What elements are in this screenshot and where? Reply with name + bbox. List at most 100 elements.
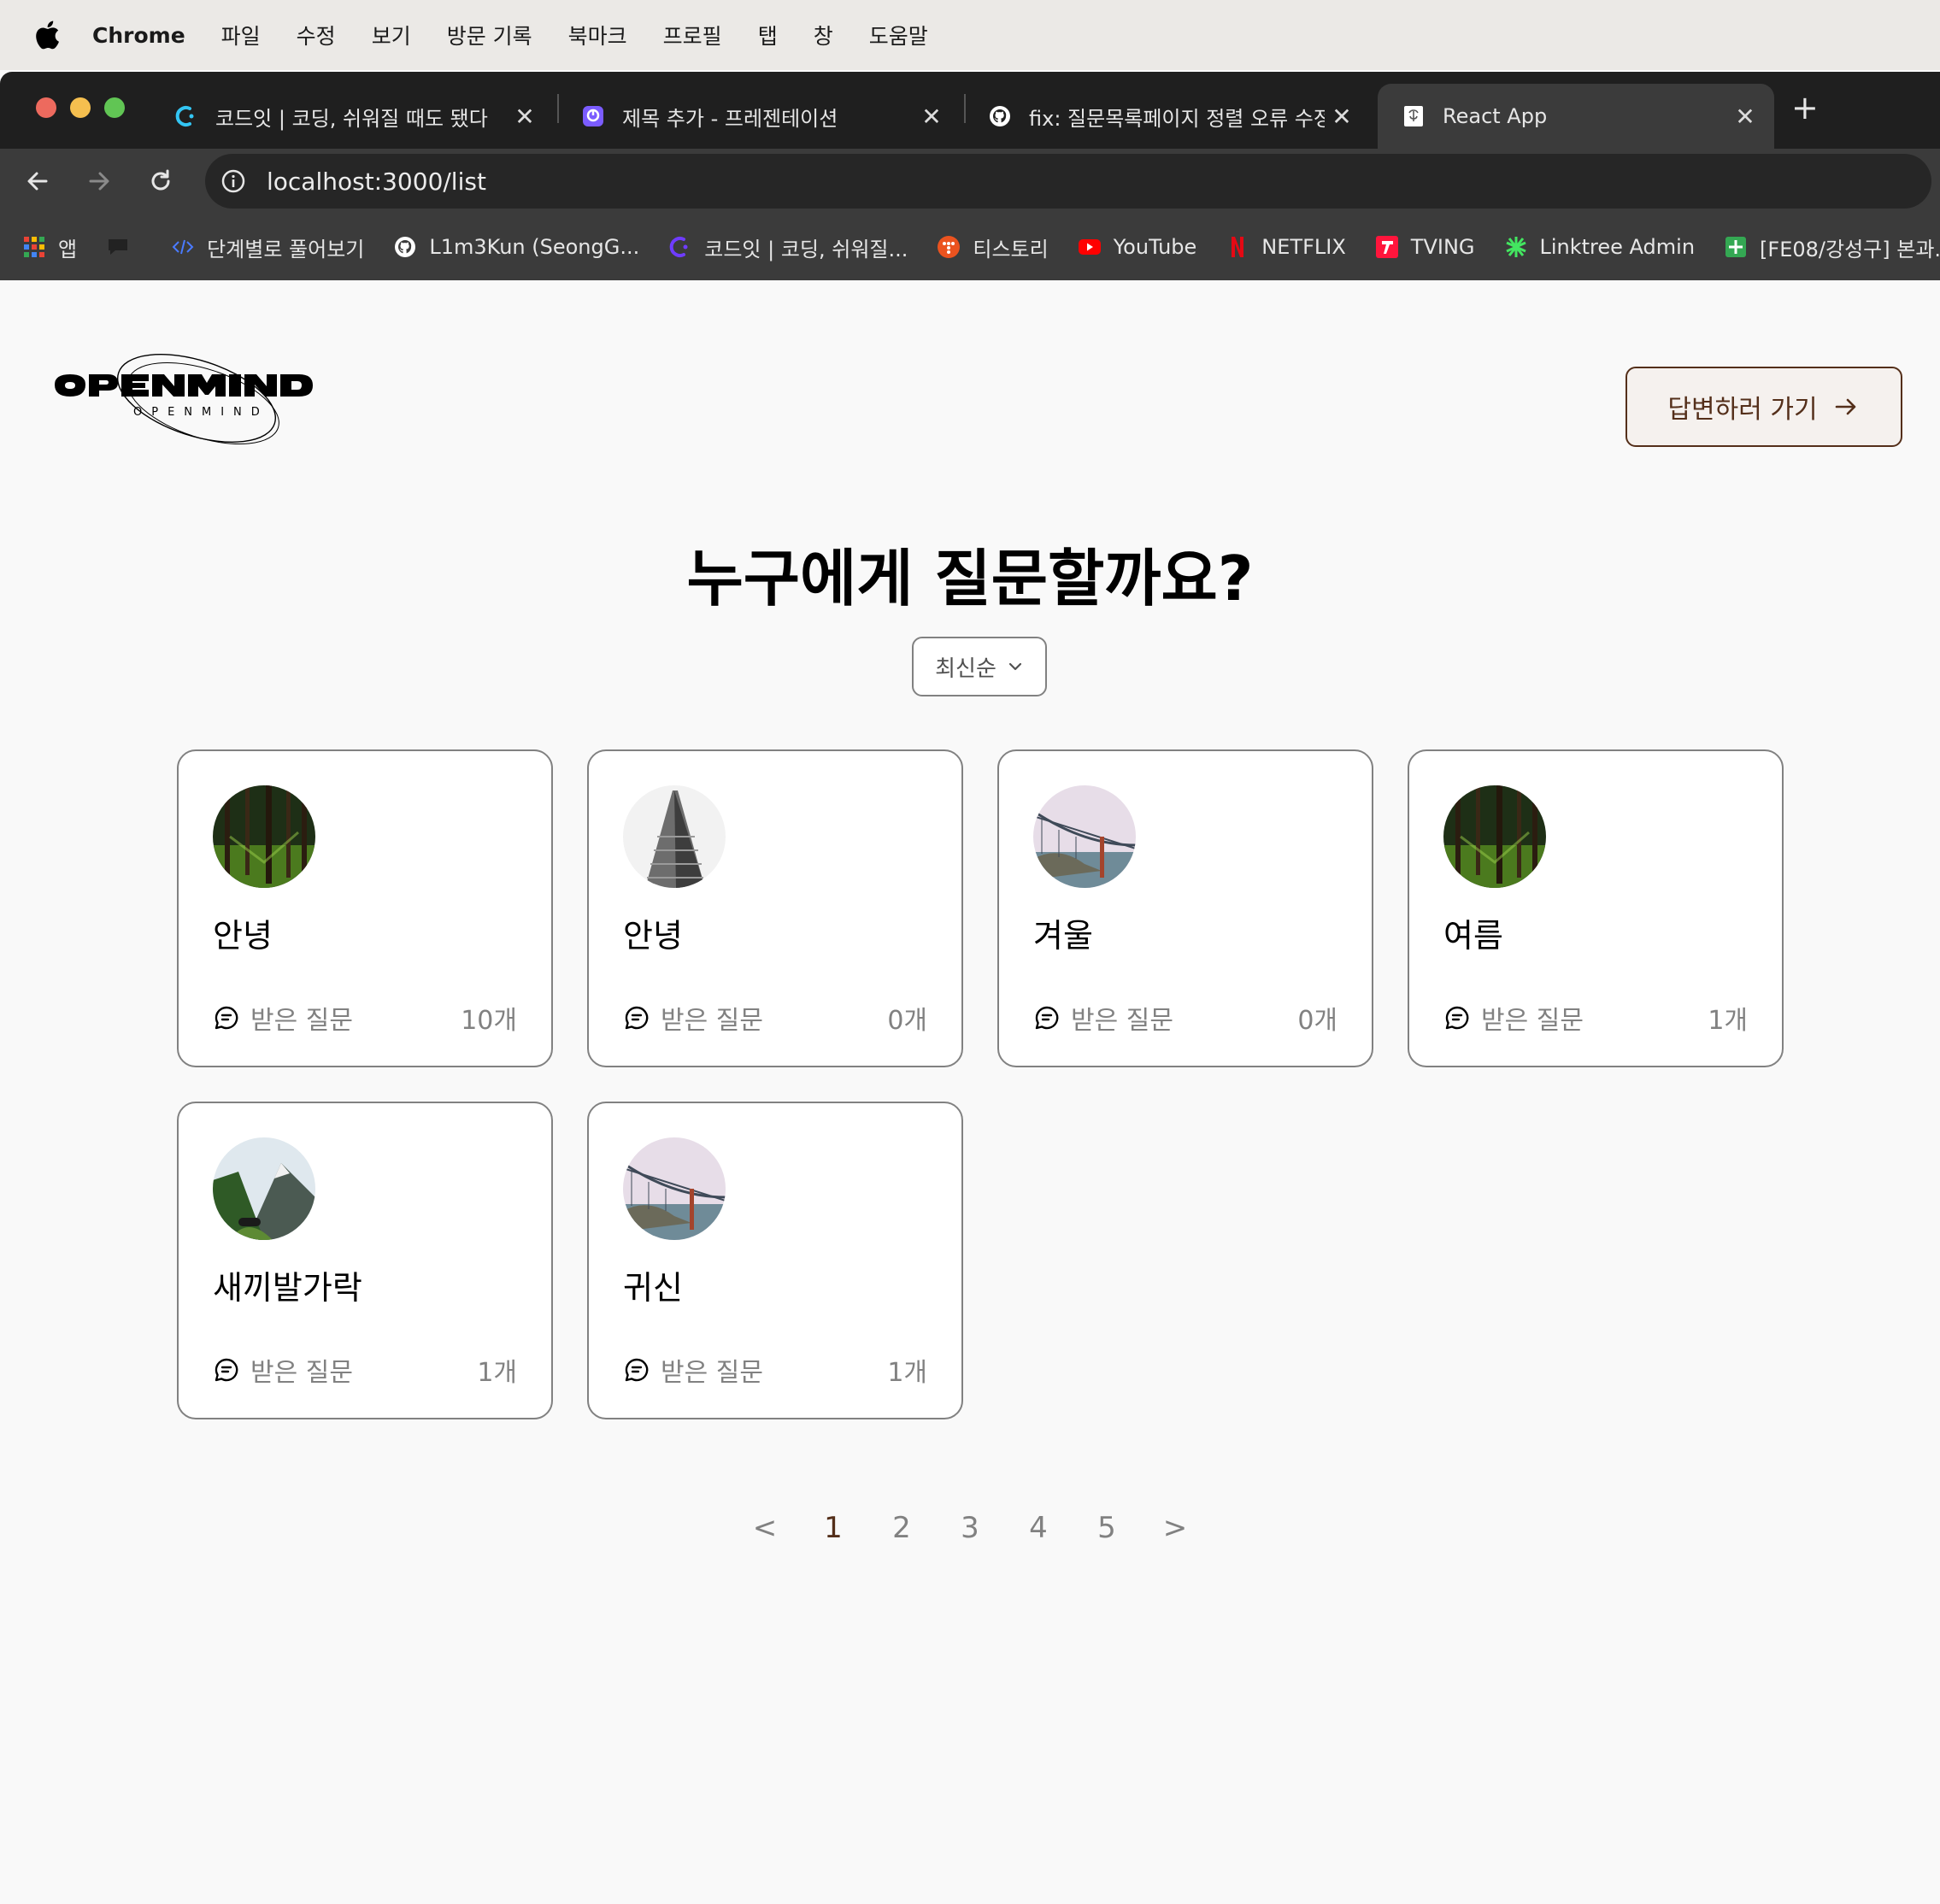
menu-window[interactable]: 창: [814, 20, 833, 50]
address-bar[interactable]: localhost:3000/list: [205, 154, 1931, 209]
pagination-page-5[interactable]: 5: [1073, 1511, 1141, 1545]
question-label: 받은 질문: [661, 1358, 763, 1388]
question-label: 받은 질문: [250, 1006, 353, 1036]
forest-avatar: [213, 785, 315, 888]
pagination-page-4[interactable]: 4: [1004, 1511, 1073, 1545]
close-window-button[interactable]: [36, 97, 56, 118]
github-icon: [990, 106, 1010, 126]
card-name: 안녕: [213, 917, 273, 955]
close-icon[interactable]: ✕: [1728, 103, 1762, 131]
question-count: 1개: [1708, 1006, 1748, 1036]
bookmark-codeit[interactable]: 코드잇 | 코딩, 쉬워질...: [668, 232, 908, 262]
maximize-window-button[interactable]: [104, 97, 125, 118]
minimize-window-button[interactable]: [70, 97, 91, 118]
card-name: 겨울: [1033, 917, 1093, 955]
new-tab-icon[interactable]: +: [1791, 89, 1819, 126]
youtube-icon: [1078, 239, 1101, 255]
building-avatar: [623, 785, 726, 888]
menu-profile[interactable]: 프로필: [663, 20, 722, 50]
profile-card[interactable]: 여름 받은 질문 1개: [1408, 749, 1784, 1067]
bookmark-label: 앱: [58, 237, 78, 262]
bookmark-github[interactable]: L1m3Kun (SeongG...: [393, 235, 639, 259]
linktree-icon: [1505, 237, 1526, 257]
bookmark-tving[interactable]: TVING: [1375, 235, 1475, 259]
forward-arrow-icon[interactable]: [82, 164, 116, 198]
chat-bubble-icon: [109, 239, 128, 255]
menu-history[interactable]: 방문 기록: [447, 20, 532, 50]
question-count: 1개: [887, 1358, 927, 1388]
tab-title: 제목 추가 - 프레젠테이션: [622, 106, 838, 131]
bookmark-tistory[interactable]: 티스토리: [937, 232, 1049, 262]
card-name: 새끼발가락: [213, 1269, 362, 1307]
go-answer-button[interactable]: 답변하러 가기: [1625, 367, 1902, 447]
pagination-next[interactable]: >: [1141, 1511, 1209, 1545]
menu-bookmarks[interactable]: 북마크: [568, 20, 627, 50]
tab-codeit[interactable]: 코드잇 | 코딩, 쉬워질 때도 됐다 ✕: [150, 84, 554, 149]
page-content: OPENMIND 답변하러 가기 누구에게 질문할까요? 최신순 안녕 받은 질…: [0, 280, 1940, 1904]
bookmark-youtube[interactable]: YouTube: [1078, 235, 1197, 259]
back-arrow-icon[interactable]: [21, 164, 55, 198]
question-count-row: 받은 질문 10개: [213, 999, 517, 1037]
bookmark-apps[interactable]: 앱: [22, 232, 77, 262]
pagination-page-3[interactable]: 3: [936, 1511, 1004, 1545]
tving-icon: [1375, 236, 1398, 258]
question-label: 받은 질문: [1481, 1006, 1584, 1036]
question-count: 0개: [887, 1006, 927, 1036]
close-icon[interactable]: ✕: [508, 103, 542, 131]
menu-file[interactable]: 파일: [221, 20, 261, 50]
bookmark-linktree[interactable]: Linktree Admin: [1504, 235, 1695, 259]
message-icon: [1445, 1006, 1469, 1030]
question-count-row: 받은 질문 1개: [213, 1351, 517, 1389]
question-count-row: 받은 질문 0개: [623, 999, 927, 1037]
pagination-prev[interactable]: <: [731, 1511, 799, 1545]
info-icon[interactable]: [220, 168, 246, 194]
tab-title: fix: 질문목록페이지 정렬 오류 수정: [1029, 106, 1325, 131]
bookmark-chat[interactable]: [106, 235, 142, 259]
sort-label: 최신순: [935, 655, 996, 682]
chevron-down-icon: [1008, 662, 1021, 671]
profile-card[interactable]: 귀신 받은 질문 1개: [587, 1102, 963, 1419]
bridge-avatar: [1033, 785, 1136, 888]
tab-react-app[interactable]: React App ✕: [1378, 84, 1774, 149]
apps-grid-icon: [24, 237, 44, 257]
mountain-avatar: [213, 1137, 315, 1240]
menu-edit[interactable]: 수정: [297, 20, 336, 50]
bookmark-netflix[interactable]: NETFLIX: [1226, 235, 1346, 259]
pagination: < 1 2 3 4 5 >: [0, 1511, 1940, 1545]
menu-help[interactable]: 도움말: [869, 20, 928, 50]
sheets-icon: [1725, 237, 1747, 257]
question-count-row: 받은 질문 1개: [623, 1351, 927, 1389]
sort-dropdown[interactable]: 최신순: [912, 637, 1047, 696]
tab-github[interactable]: fix: 질문목록페이지 정렬 오류 수정 ✕: [964, 84, 1371, 149]
close-icon[interactable]: ✕: [1325, 103, 1359, 131]
bookmarks-bar: 앱 단계별로 풀어보기 L1m3Kun (SeongG... 코드잇 | 코딩,…: [0, 214, 1940, 280]
bookmark-label: 코드잇 | 코딩, 쉬워질...: [704, 237, 908, 262]
card-name: 귀신: [623, 1269, 683, 1307]
menu-app-name[interactable]: Chrome: [92, 23, 185, 48]
bookmark-label: YouTube: [1113, 235, 1197, 259]
profile-card[interactable]: 안녕 받은 질문 0개: [587, 749, 963, 1067]
menu-view[interactable]: 보기: [372, 20, 411, 50]
apple-icon[interactable]: [34, 21, 60, 50]
svg-text:OPENMIND: OPENMIND: [133, 406, 269, 419]
profile-card[interactable]: 새끼발가락 받은 질문 1개: [177, 1102, 553, 1419]
close-icon[interactable]: ✕: [914, 103, 949, 131]
pagination-page-2[interactable]: 2: [867, 1511, 936, 1545]
bookmark-step-by-step[interactable]: 단계별로 풀어보기: [171, 232, 364, 262]
openmind-logo[interactable]: OPENMIND: [51, 347, 350, 467]
reload-icon[interactable]: [144, 164, 178, 198]
code-brackets-icon: [172, 239, 194, 255]
bookmark-label: 티스토리: [973, 237, 1049, 262]
go-answer-label: 답변하러 가기: [1667, 395, 1818, 425]
question-label: 받은 질문: [1071, 1006, 1173, 1036]
profile-card[interactable]: 겨울 받은 질문 0개: [997, 749, 1373, 1067]
pagination-page-1[interactable]: 1: [799, 1511, 867, 1545]
profile-card[interactable]: 안녕 받은 질문 10개: [177, 749, 553, 1067]
message-icon: [215, 1358, 238, 1382]
tab-slides[interactable]: 제목 추가 - 프레젠테이션 ✕: [557, 84, 961, 149]
tab-title: React App: [1443, 104, 1548, 128]
menu-tab[interactable]: 탭: [758, 20, 778, 50]
codeit-icon: [175, 106, 194, 126]
bookmark-sheets[interactable]: [FE08/강성구] 본과...: [1724, 232, 1940, 262]
bridge-avatar: [623, 1137, 726, 1240]
